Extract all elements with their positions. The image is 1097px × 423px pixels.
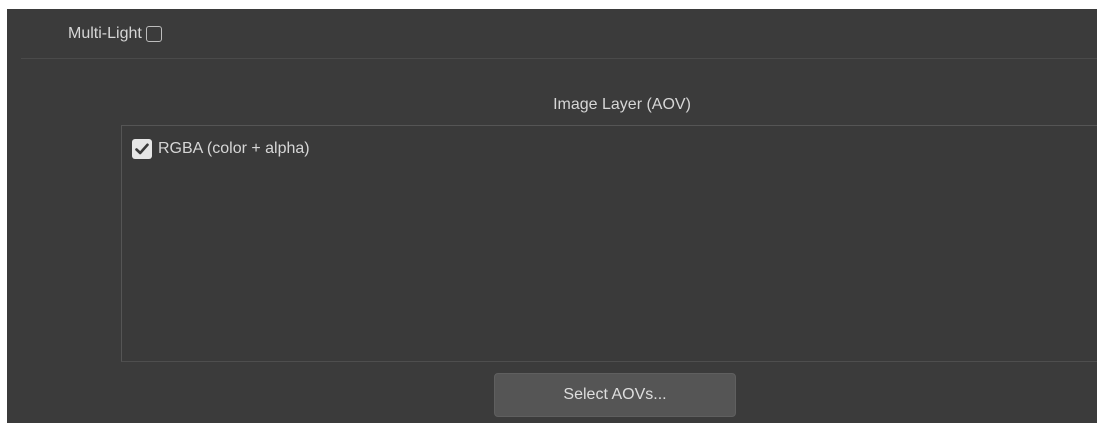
image-layer-title: Image Layer (AOV) (553, 96, 691, 113)
multi-light-label: Multi-Light (68, 25, 142, 42)
checkmark-icon (135, 143, 149, 155)
aov-rgba-label: RGBA (color + alpha) (158, 140, 310, 157)
aov-list-item-rgba[interactable]: RGBA (color + alpha) (132, 139, 310, 159)
aov-rgba-checkbox[interactable] (132, 139, 152, 159)
aov-settings-panel: Multi-Light Image Layer (AOV) RGBA (colo… (7, 9, 1097, 423)
multi-light-row: Multi-Light (68, 23, 162, 45)
divider (21, 58, 1097, 59)
select-aovs-button[interactable]: Select AOVs... (494, 373, 736, 417)
aov-list[interactable]: RGBA (color + alpha) (121, 125, 1097, 362)
multi-light-checkbox[interactable] (145, 26, 162, 42)
